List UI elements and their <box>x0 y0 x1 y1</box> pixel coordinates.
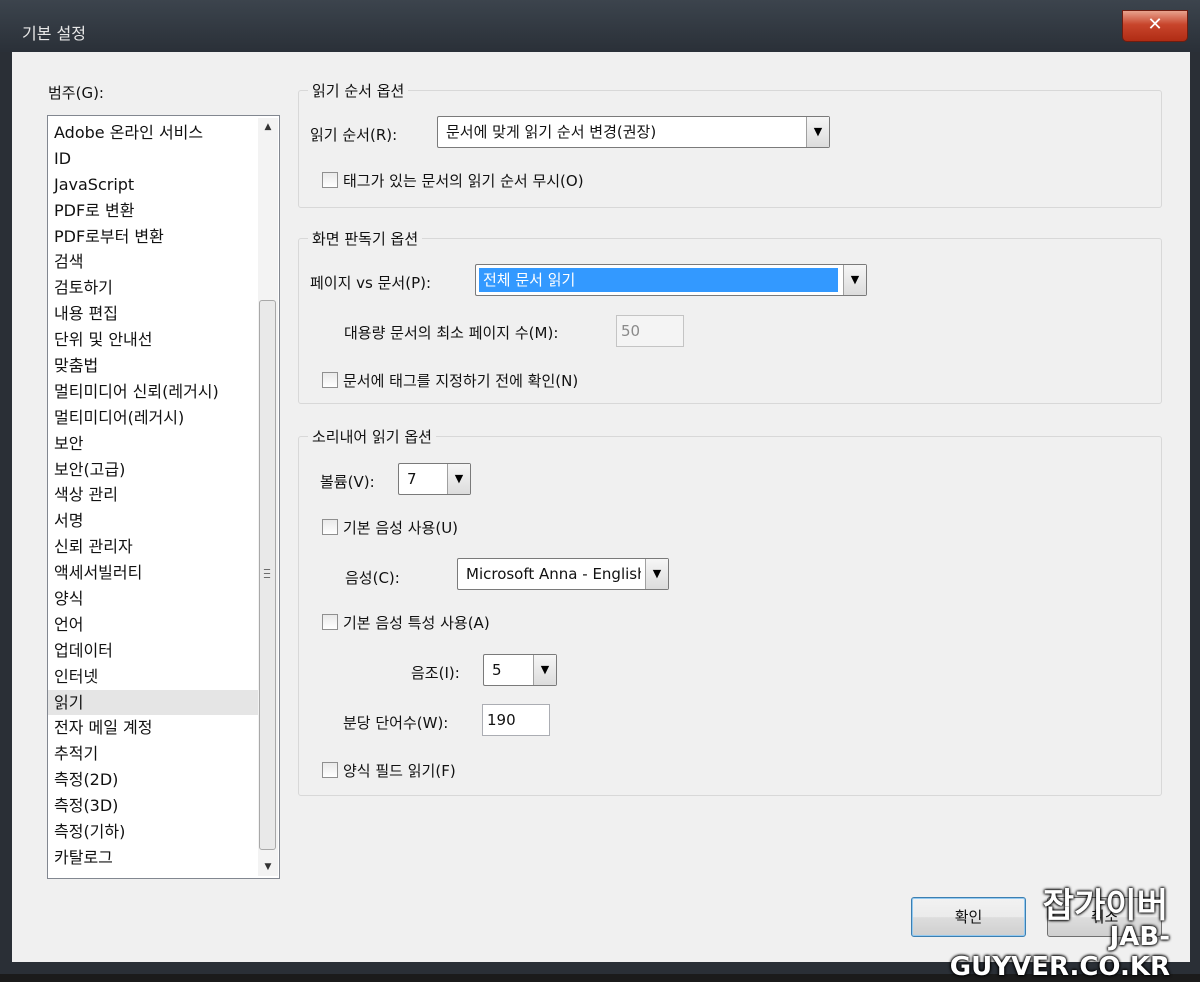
confirm-tagging-label: 문서에 태그를 지정하기 전에 확인(N) <box>343 372 579 390</box>
page-vs-doc-label: 페이지 vs 문서(P): <box>310 274 432 292</box>
category-item[interactable]: 액세서빌러티 <box>48 560 260 586</box>
category-item[interactable]: 전자 메일 계정 <box>48 715 260 741</box>
volume-select[interactable]: 7 ▼ <box>398 463 471 495</box>
category-item[interactable]: 읽기 <box>48 689 260 716</box>
default-voice-checkbox[interactable] <box>322 519 338 535</box>
category-item[interactable]: 보안 <box>48 431 260 457</box>
default-attributes-label: 기본 음성 특성 사용(A) <box>343 614 490 632</box>
confirm-tagging-checkbox[interactable] <box>322 372 338 388</box>
voice-value: Microsoft Anna - English <box>466 565 641 583</box>
category-item[interactable]: 멀티미디어 신뢰(레거시) <box>48 379 260 405</box>
category-list[interactable]: Adobe 온라인 서비스 ID JavaScript PDF로 변환 PDF로부터 변… <box>47 115 280 879</box>
ignore-tag-order-label: 태그가 있는 문서의 읽기 순서 무시(O) <box>343 172 584 190</box>
preferences-window: 기본 설정 ✕ 범주(G): Adobe 온라인 서비스 ID JavaScript… <box>0 0 1200 982</box>
category-item[interactable]: 업데이터 <box>48 638 260 664</box>
category-item[interactable]: Adobe 온라인 서비스 <box>48 120 260 146</box>
category-item[interactable]: 카탈로그 <box>48 845 260 871</box>
category-item[interactable]: 추적기 <box>48 741 260 767</box>
grip-icon: ─ ─ ─ <box>264 565 271 584</box>
category-item[interactable]: 보안(고급) <box>48 457 260 483</box>
category-item[interactable]: 서명 <box>48 508 260 534</box>
window-title: 기본 설정 <box>22 24 86 43</box>
voice-select[interactable]: Microsoft Anna - English ▼ <box>457 558 669 590</box>
read-aloud-title: 소리내어 읽기 옵션 <box>308 426 436 447</box>
pitch-label: 음조(I): <box>411 664 460 682</box>
min-pages-input[interactable]: 50 <box>616 315 684 347</box>
wpm-input[interactable]: 190 <box>482 704 550 736</box>
reading-order-label: 읽기 순서(R): <box>310 126 398 144</box>
category-item[interactable]: 양식 <box>48 586 260 612</box>
default-attributes-checkbox[interactable] <box>322 614 338 630</box>
reading-order-title: 읽기 순서 옵션 <box>308 80 409 101</box>
close-icon[interactable]: ✕ <box>1122 10 1188 42</box>
voice-label: 음성(C): <box>345 569 400 587</box>
chevron-down-icon[interactable]: ▼ <box>645 559 668 589</box>
category-scrollbar[interactable]: ▲ ─ ─ ─ ▼ <box>258 118 278 876</box>
page-vs-doc-value: 전체 문서 읽기 <box>479 268 838 292</box>
category-item[interactable]: JavaScript <box>48 172 260 198</box>
default-voice-label: 기본 음성 사용(U) <box>343 519 459 537</box>
category-item[interactable]: 측정(2D) <box>48 767 260 793</box>
min-pages-label: 대용량 문서의 최소 페이지 수(M): <box>344 324 559 342</box>
category-item[interactable]: 내용 편집 <box>48 301 260 327</box>
scroll-down-icon[interactable]: ▼ <box>258 858 278 876</box>
category-item[interactable]: 신뢰 관리자 <box>48 534 260 560</box>
category-item[interactable]: ID <box>48 146 260 172</box>
wpm-label: 분당 단어수(W): <box>343 714 449 732</box>
chevron-down-icon[interactable]: ▼ <box>447 464 470 494</box>
dialog-body: 범주(G): Adobe 온라인 서비스 ID JavaScript PDF로 변환 P… <box>12 52 1190 962</box>
page-vs-doc-select[interactable]: 전체 문서 읽기 ▼ <box>475 264 867 296</box>
pitch-select[interactable]: 5 ▼ <box>483 654 557 686</box>
category-item[interactable]: 언어 <box>48 612 260 638</box>
category-items: Adobe 온라인 서비스 ID JavaScript PDF로 변환 PDF로부터 변… <box>48 120 260 871</box>
min-pages-value: 50 <box>621 322 641 340</box>
category-item[interactable]: PDF로부터 변환 <box>48 224 260 250</box>
screen-reader-title: 화면 판독기 옵션 <box>308 228 423 249</box>
category-item[interactable]: 측정(3D) <box>48 793 260 819</box>
category-item[interactable]: PDF로 변환 <box>48 198 260 224</box>
ignore-tag-order-checkbox[interactable] <box>322 172 338 188</box>
wpm-value: 190 <box>487 711 516 729</box>
category-item[interactable]: 멀티미디어(레거시) <box>48 405 260 431</box>
scroll-thumb[interactable]: ─ ─ ─ <box>259 300 276 850</box>
watermark-title: 잡가이버 <box>1042 886 1168 926</box>
category-label: 범주(G): <box>48 84 104 102</box>
watermark-url: JAB-GUYVER.CO.KR <box>949 922 1170 982</box>
category-item[interactable]: 단위 및 안내선 <box>48 327 260 353</box>
chevron-down-icon[interactable]: ▼ <box>533 655 556 685</box>
title-bar[interactable]: 기본 설정 ✕ <box>0 0 1200 52</box>
pitch-value: 5 <box>492 661 502 679</box>
category-item[interactable]: 인터넷 <box>48 664 260 690</box>
category-item[interactable]: 색상 관리 <box>48 482 260 508</box>
category-item[interactable]: 맞춤법 <box>48 353 260 379</box>
category-item[interactable]: 측정(기하) <box>48 819 260 845</box>
volume-label: 볼륨(V): <box>320 473 375 491</box>
category-item[interactable]: 검색 <box>48 249 260 275</box>
reading-order-select[interactable]: 문서에 맞게 읽기 순서 변경(권장) ▼ <box>437 116 830 148</box>
read-form-fields-checkbox[interactable] <box>322 762 338 778</box>
category-item[interactable]: 검토하기 <box>48 275 260 301</box>
read-form-fields-label: 양식 필드 읽기(F) <box>343 762 456 780</box>
chevron-down-icon[interactable]: ▼ <box>806 117 829 147</box>
chevron-down-icon[interactable]: ▼ <box>843 265 866 295</box>
reading-order-value: 문서에 맞게 읽기 순서 변경(권장) <box>446 123 657 141</box>
volume-value: 7 <box>407 470 417 488</box>
scroll-up-icon[interactable]: ▲ <box>258 118 278 136</box>
